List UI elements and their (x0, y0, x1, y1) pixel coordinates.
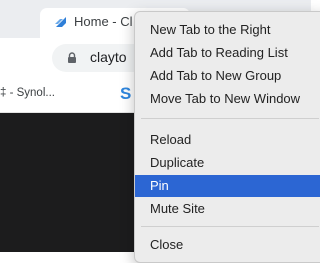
menu-item-close[interactable]: Close (135, 234, 320, 256)
browser-window: Home - Cl clayto ‡ - Synol... S New Tab … (0, 0, 320, 263)
menu-item-add-reading-list[interactable]: Add Tab to Reading List (135, 42, 320, 64)
menu-item-pin[interactable]: Pin (135, 175, 320, 197)
menu-item-add-new-group[interactable]: Add Tab to New Group (135, 65, 320, 87)
menu-item-reload[interactable]: Reload (135, 129, 320, 151)
menu-item-move-new-window[interactable]: Move Tab to New Window (135, 88, 320, 110)
tab-context-menu: New Tab to the Right Add Tab to Reading … (134, 11, 320, 263)
bookmark-synology[interactable]: ‡ - Synol... (0, 87, 55, 99)
lock-icon (68, 52, 76, 63)
url-text: clayto (90, 49, 127, 65)
tab-title: Home - Cl (74, 14, 133, 29)
menu-item-duplicate[interactable]: Duplicate (135, 152, 320, 174)
bookmark-s-icon[interactable]: S (120, 84, 131, 104)
site-favicon-icon (55, 17, 66, 27)
menu-item-new-tab-right[interactable]: New Tab to the Right (135, 19, 320, 41)
menu-item-mute-site[interactable]: Mute Site (135, 198, 320, 220)
menu-separator (141, 118, 319, 119)
menu-separator (141, 226, 319, 227)
